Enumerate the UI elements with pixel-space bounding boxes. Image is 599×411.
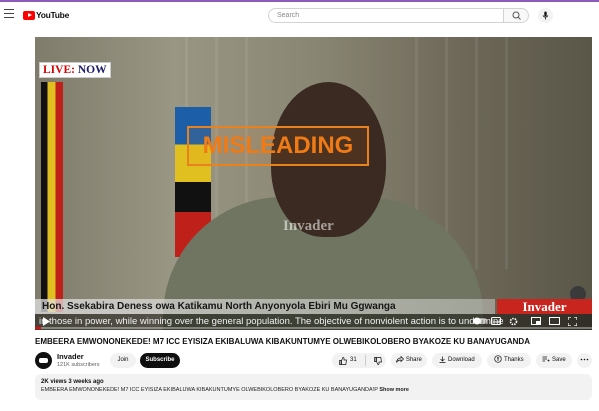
like-button[interactable]: 31 [332,353,365,368]
share-button[interactable]: Share [391,353,427,368]
description-text: EMBEERA EMWONONEKEDE! M7 ICC EYISIZA EKI… [41,387,586,393]
youtube-logo[interactable]: YouTube [23,10,69,20]
download-icon [439,356,446,363]
thanks-icon [494,355,503,364]
like-dislike-group: 31 [332,353,386,368]
share-label: Share [405,357,422,363]
settings-button[interactable] [509,317,518,328]
progress-fill [35,327,41,329]
autoplay-icon [473,317,487,325]
thanks-button[interactable]: Thanks [487,353,531,368]
share-icon [396,355,405,363]
channel-name[interactable]: Invader [57,352,84,361]
download-label: Download [447,357,475,363]
save-icon [542,356,550,362]
misleading-label: MISLEADING [187,126,369,166]
lower-third-name: Hon. Ssekabira Deness owa Katikamu North… [35,299,495,314]
autoplay-toggle[interactable] [473,317,487,327]
search-input[interactable]: Search [268,8,504,23]
flag-left [41,82,63,312]
description-body: EMBEERA EMWONONEKEDE! M7 ICC EYISIZA EKI… [41,387,378,393]
fullscreen-icon [567,316,578,327]
channel-row: Invader 121K subscribers Join Subscribe … [35,352,592,370]
play-icon [43,317,50,326]
thanks-label: Thanks [503,357,524,363]
miniplayer-icon [531,317,541,325]
channel-watermark: Invader [283,218,334,234]
gear-icon [509,317,518,326]
thumbs-up-icon [339,356,347,365]
fullscreen-button[interactable] [567,316,578,328]
subscriber-count: 121K subscribers [57,362,100,368]
theater-icon [549,317,560,325]
channel-avatar[interactable] [35,352,52,369]
subtitles-button[interactable] [491,317,501,327]
save-label: Save [551,357,566,363]
subscribe-button[interactable]: Subscribe [140,353,180,368]
search-icon [512,11,521,20]
theater-button[interactable] [549,317,560,327]
miniplayer-button[interactable] [531,317,541,327]
menu-icon[interactable] [4,9,14,18]
video-title: EMBEERA EMWONONEKEDE! M7 ICC EYISIZA EKI… [35,337,530,346]
search-button[interactable] [503,8,529,23]
voice-search-button[interactable] [538,8,553,23]
live-now-badge: LIVE: NOW [39,62,111,78]
like-count: 31 [350,357,357,363]
views-and-date: 2K views 3 weeks ago [41,379,104,385]
brand-box: Invader [497,299,592,314]
play-button[interactable] [42,317,51,328]
masthead: YouTube Search [0,2,599,28]
more-icon [580,358,589,361]
download-button[interactable]: Download [432,353,482,368]
subtitles-icon [491,317,501,325]
mic-icon [542,11,549,20]
save-button[interactable]: Save [536,353,572,368]
description-box[interactable]: 2K views 3 weeks ago EMBEERA EMWONONEKED… [35,374,592,400]
logo-text: YouTube [36,10,69,20]
join-button[interactable]: Join [110,353,136,368]
more-actions-button[interactable] [577,353,592,368]
dislike-button[interactable] [365,355,382,366]
thumbs-down-icon [374,356,382,365]
video-player[interactable]: LIVE: NOW MISLEADING Invader Hon. Ssekab… [35,37,592,330]
youtube-play-icon [23,10,35,20]
show-more-link[interactable]: Show more [379,387,409,393]
